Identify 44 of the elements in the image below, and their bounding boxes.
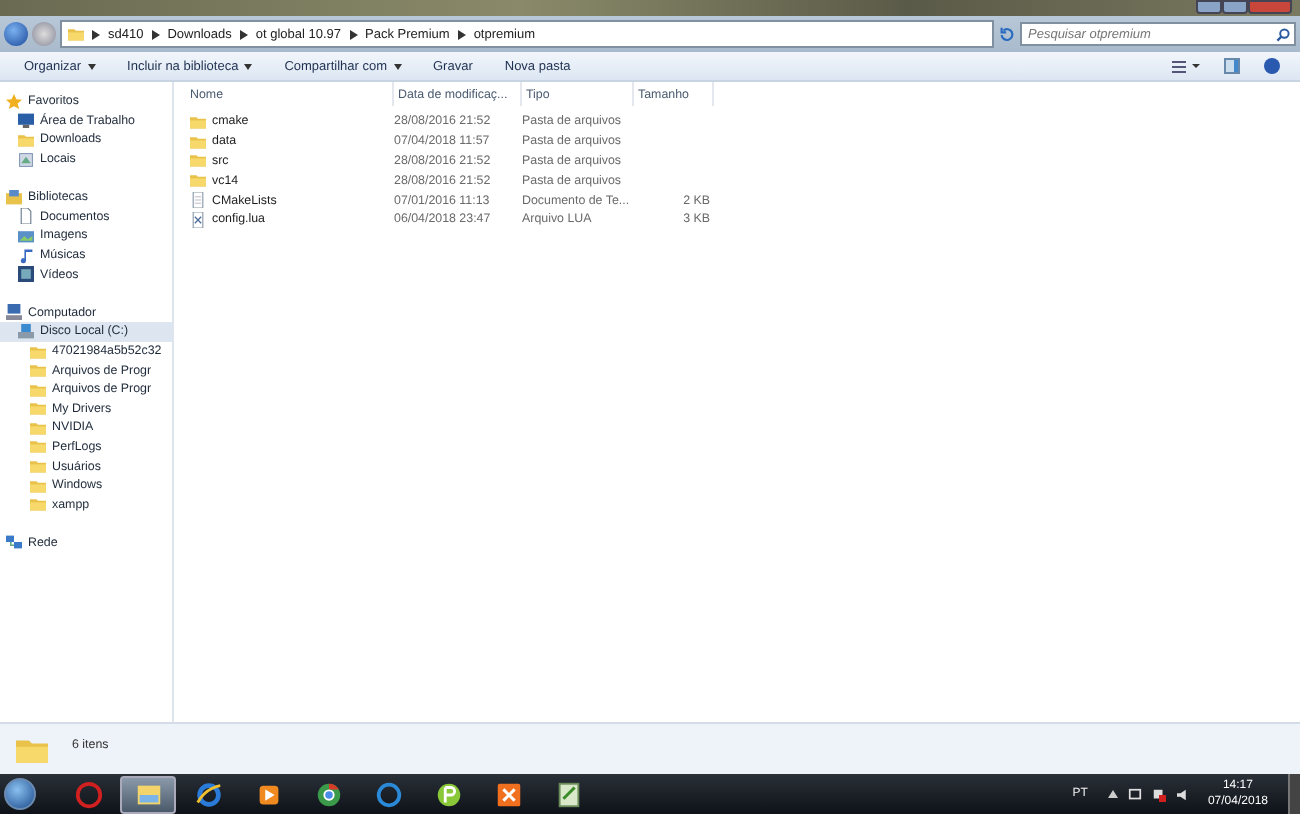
monitor-icon[interactable] <box>1127 787 1142 801</box>
start-button[interactable] <box>4 778 36 810</box>
places-icon <box>18 151 34 168</box>
chevron-icon <box>239 29 248 39</box>
caret-icon <box>244 63 253 69</box>
computer-icon <box>6 304 22 321</box>
folder-icon <box>190 172 206 189</box>
folder-icon <box>18 131 34 148</box>
maximize-button[interactable] <box>1222 0 1248 14</box>
drive-icon <box>18 323 34 340</box>
chevron-icon <box>92 29 100 39</box>
desktop-icon <box>18 112 34 129</box>
app-icon <box>553 779 583 809</box>
app-icon <box>373 779 403 809</box>
preview-pane-icon[interactable] <box>1224 58 1240 74</box>
app-icon <box>73 779 103 809</box>
minimize-button[interactable] <box>1196 0 1222 14</box>
folder-icon <box>68 26 84 42</box>
app-icon <box>433 779 463 809</box>
flag-icon[interactable] <box>1151 787 1166 801</box>
document-icon <box>18 208 34 225</box>
speaker-icon[interactable] <box>1175 787 1192 801</box>
caret-icon <box>87 63 96 69</box>
taskbar-app-button[interactable] <box>120 775 176 813</box>
view-options-icon[interactable] <box>1172 59 1200 73</box>
chevron-icon <box>151 29 160 39</box>
app-icon <box>313 779 343 809</box>
star-icon <box>6 93 22 110</box>
folder-icon <box>190 113 206 130</box>
library-icon <box>6 189 22 206</box>
caret-icon[interactable] <box>1107 790 1118 798</box>
back-button[interactable] <box>4 22 28 46</box>
network-icon <box>6 534 22 551</box>
app-icon <box>493 779 523 809</box>
chevron-icon <box>457 29 466 39</box>
chevron-icon <box>349 29 358 39</box>
video-icon <box>18 266 34 283</box>
music-icon <box>18 247 34 264</box>
caret-icon <box>393 63 401 69</box>
image-icon <box>18 227 34 244</box>
refresh-icon[interactable] <box>998 25 1016 43</box>
search-icon <box>1276 27 1290 41</box>
app-icon <box>193 779 223 809</box>
help-icon[interactable] <box>1264 58 1280 74</box>
